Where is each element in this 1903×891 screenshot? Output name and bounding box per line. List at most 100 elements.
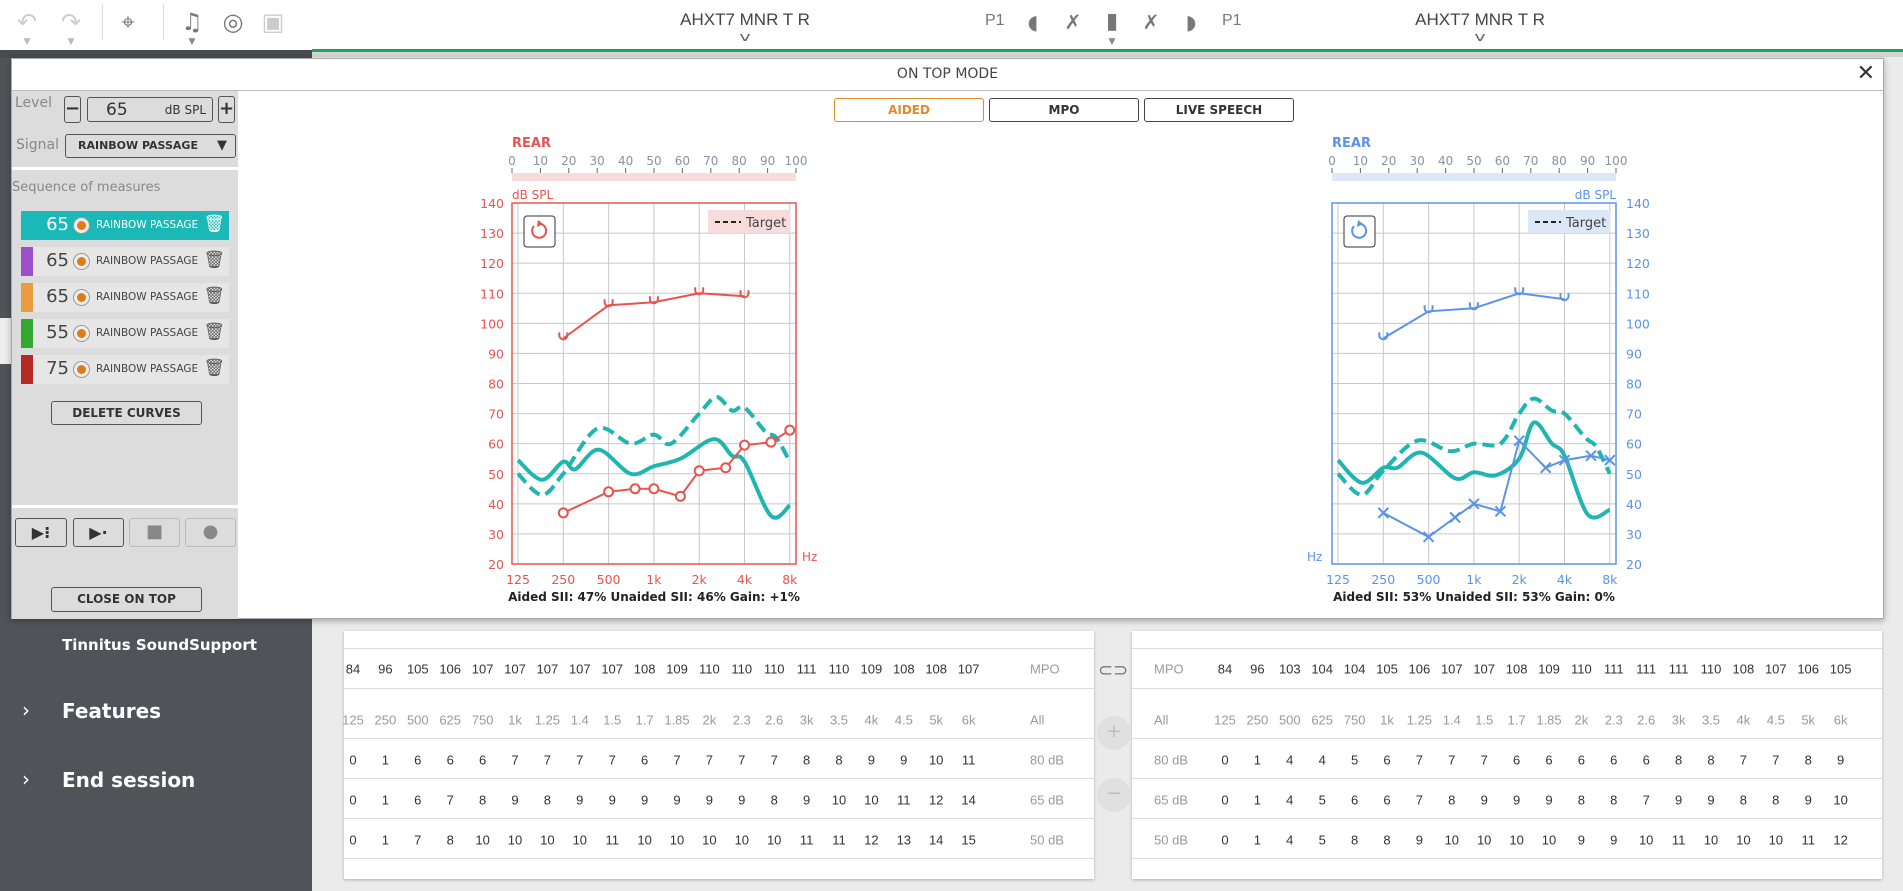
level-increase-button[interactable]: + [218,96,235,123]
table-cell[interactable]: 111 [791,662,823,677]
trash-icon[interactable]: 🗑 [203,250,225,270]
table-cell[interactable]: 7 [726,753,758,768]
table-cell[interactable]: 9 [1501,793,1533,808]
table-cell[interactable]: 107 [596,662,628,677]
table-cell[interactable]: 6 [434,753,466,768]
table-cell[interactable]: 109 [855,662,887,677]
table-cell[interactable]: 10 [1468,833,1500,848]
table-cell[interactable]: 10 [855,793,887,808]
level-field[interactable]: 65 dB SPL [87,97,213,122]
table-cell[interactable]: 10 [693,833,725,848]
table-cell[interactable]: 107 [1468,662,1500,677]
table-cell[interactable]: 0 [1209,793,1241,808]
table-cell[interactable]: 10 [1630,833,1662,848]
table-cell[interactable]: 9 [1695,793,1727,808]
table-cell[interactable]: 10 [1760,833,1792,848]
table-cell[interactable]: 6 [1630,753,1662,768]
table-cell[interactable]: 7 [661,753,693,768]
table-cell[interactable]: 104 [1339,662,1371,677]
table-cell[interactable]: 12 [1825,833,1857,848]
table-cell[interactable]: 6 [1533,753,1565,768]
left-device-title[interactable]: AHXT7 MNR T R [680,10,810,30]
table-cell[interactable]: 8 [1436,793,1468,808]
music-note-icon[interactable]: ♫ [177,8,207,36]
table-cell[interactable]: 10 [629,833,661,848]
table-cell[interactable]: 11 [791,833,823,848]
table-cell[interactable]: 84 [337,662,369,677]
table-cell[interactable]: 110 [693,662,725,677]
table-cell[interactable]: 6 [1565,753,1597,768]
table-cell[interactable]: 8 [791,753,823,768]
table-cell[interactable]: 110 [1565,662,1597,677]
table-cell[interactable]: 1 [1241,753,1273,768]
table-cell[interactable]: 1 [369,753,401,768]
chevron-down-icon[interactable]: v [739,30,750,44]
mute-ear-icon[interactable]: ✗ [1136,8,1166,36]
table-cell[interactable]: 6 [1371,753,1403,768]
table-cell[interactable]: 6 [467,753,499,768]
table-cell[interactable]: 109 [661,662,693,677]
trash-icon[interactable]: 🗑 [203,358,225,378]
table-cell[interactable]: 9 [1565,833,1597,848]
table-cell[interactable]: 107 [531,662,563,677]
table-cell[interactable]: 10 [661,833,693,848]
music-dropdown-caret[interactable]: ▼ [177,37,207,47]
sidebar-item-features[interactable]: Features [62,699,161,723]
table-cell[interactable]: 7 [402,833,434,848]
table-cell[interactable]: 7 [1468,753,1500,768]
table-cell[interactable]: 5 [1306,793,1338,808]
tab-live-speech[interactable]: LIVE SPEECH [1144,98,1294,122]
table-cell[interactable]: 105 [1825,662,1857,677]
table-cell[interactable]: 7 [693,753,725,768]
chevron-down-icon[interactable]: v [1474,30,1485,44]
table-cell[interactable]: 0 [337,833,369,848]
table-cell[interactable]: 96 [1241,662,1273,677]
table-cell[interactable]: 7 [499,753,531,768]
table-cell[interactable]: 9 [1792,793,1824,808]
table-cell[interactable]: 7 [596,753,628,768]
table-cell[interactable]: 10 [1695,833,1727,848]
table-cell[interactable]: 105 [1371,662,1403,677]
table-cell[interactable]: 7 [564,753,596,768]
table-cell[interactable]: 11 [1792,833,1824,848]
table-cell[interactable]: 8 [1760,793,1792,808]
table-cell[interactable]: 96 [369,662,401,677]
table-cell[interactable]: 108 [888,662,920,677]
measure-radio[interactable] [73,325,90,342]
table-cell[interactable]: 0 [337,793,369,808]
table-cell[interactable]: 6 [402,793,434,808]
table-cell[interactable]: 9 [1468,793,1500,808]
table-cell[interactable]: 13 [888,833,920,848]
measure-row[interactable]: 65 RAINBOW PASSAGE 🗑 [21,247,229,276]
table-cell[interactable]: 9 [629,793,661,808]
table-cell[interactable]: 4 [1274,753,1306,768]
stop-button[interactable]: ■ [129,518,180,547]
table-cell[interactable]: 107 [1436,662,1468,677]
table-cell[interactable]: 8 [531,793,563,808]
sidebar-item-end-session[interactable]: End session [62,768,195,792]
signal-dropdown[interactable]: RAINBOW PASSAGE ▼ [65,134,236,158]
microphone-icon[interactable]: ▮ [1097,8,1127,36]
table-cell[interactable]: 10 [564,833,596,848]
table-cell[interactable]: 9 [1533,793,1565,808]
play-sequence-button[interactable]: ▶⁝ [15,518,67,547]
table-cell[interactable]: 9 [1598,833,1630,848]
table-cell[interactable]: 8 [1792,753,1824,768]
level-decrease-button[interactable]: − [64,96,81,123]
table-cell[interactable]: 11 [888,793,920,808]
decrease-button[interactable]: − [1097,778,1131,812]
table-cell[interactable]: 9 [888,753,920,768]
table-cell[interactable]: 6 [1501,753,1533,768]
table-cell[interactable]: 1 [369,833,401,848]
table-cell[interactable]: 1 [1241,793,1273,808]
table-cell[interactable]: 103 [1274,662,1306,677]
table-cell[interactable]: 110 [823,662,855,677]
reset-zoom-button[interactable] [1343,215,1376,248]
table-cell[interactable]: 8 [434,833,466,848]
table-cell[interactable]: 106 [1792,662,1824,677]
measure-row[interactable]: 65 RAINBOW PASSAGE 🗑 [21,283,229,312]
reset-zoom-button[interactable] [523,215,556,248]
table-cell[interactable]: 14 [953,793,985,808]
table-cell[interactable]: 9 [499,793,531,808]
link-icon[interactable]: ⊂⊃ [1098,660,1128,681]
